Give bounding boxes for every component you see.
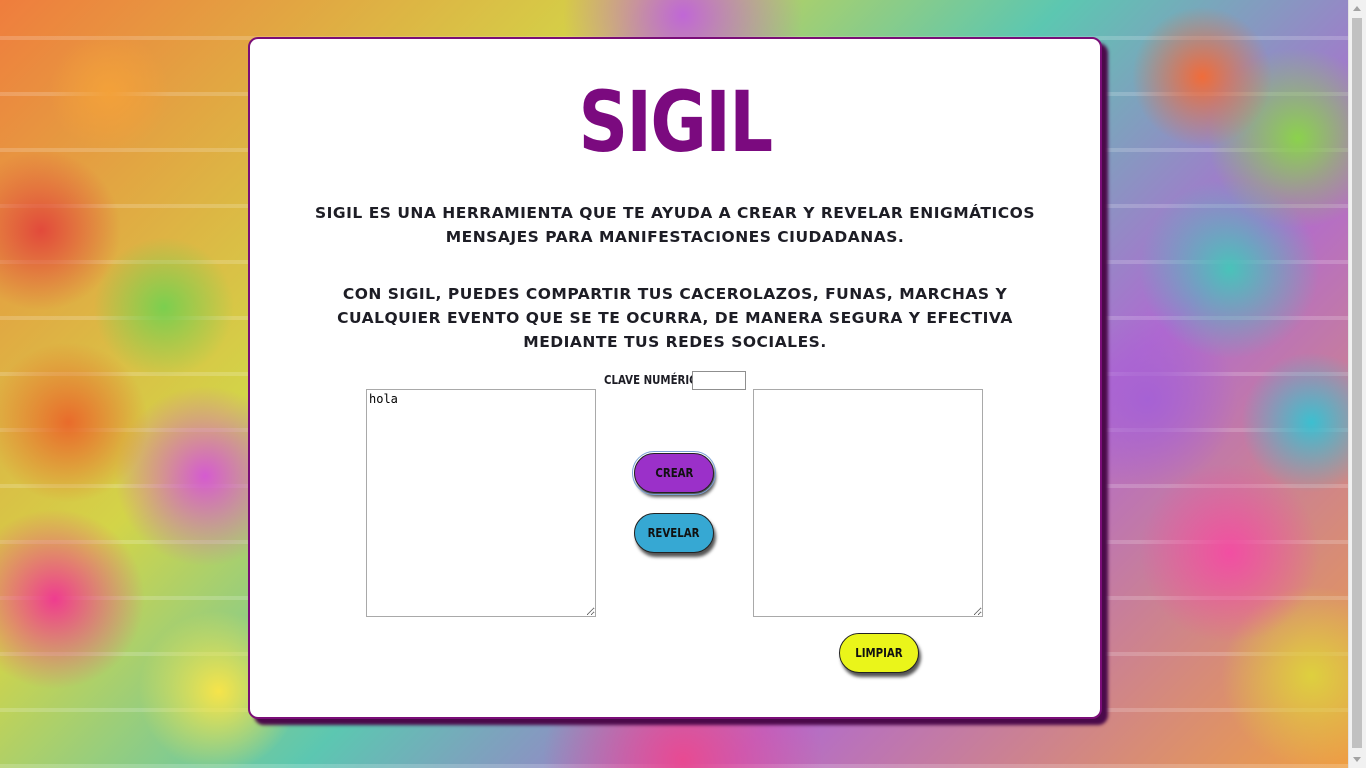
scroll-up-icon[interactable] [1353,6,1361,11]
revelar-button[interactable]: REVELAR [634,513,714,553]
intro-paragraph: SIGIL ES UNA HERRAMIENTA QUE TE AYUDA A … [315,204,1035,246]
scroll-down-icon[interactable] [1353,757,1361,762]
message-output[interactable] [753,389,983,617]
limpiar-button[interactable]: LIMPIAR [839,633,919,673]
key-input[interactable] [692,371,746,390]
usage-paragraph: CON SIGIL, PUEDES COMPARTIR TUS CACEROLA… [337,285,1013,351]
page-title: SIGIL [578,73,773,171]
revelar-button-label: REVELAR [648,526,700,540]
crear-button[interactable]: CREAR [632,451,716,495]
limpiar-button-label: LIMPIAR [855,646,903,660]
key-label: CLAVE NUMÉRICA [604,373,705,387]
crear-button-label: CREAR [654,466,694,480]
page-scrollbar[interactable] [1348,0,1366,768]
scrollbar-thumb[interactable] [1352,18,1362,748]
main-card: SIGIL SIGIL ES UNA HERRAMIENTA QUE TE AY… [248,37,1102,719]
message-input[interactable]: hola [366,389,596,617]
